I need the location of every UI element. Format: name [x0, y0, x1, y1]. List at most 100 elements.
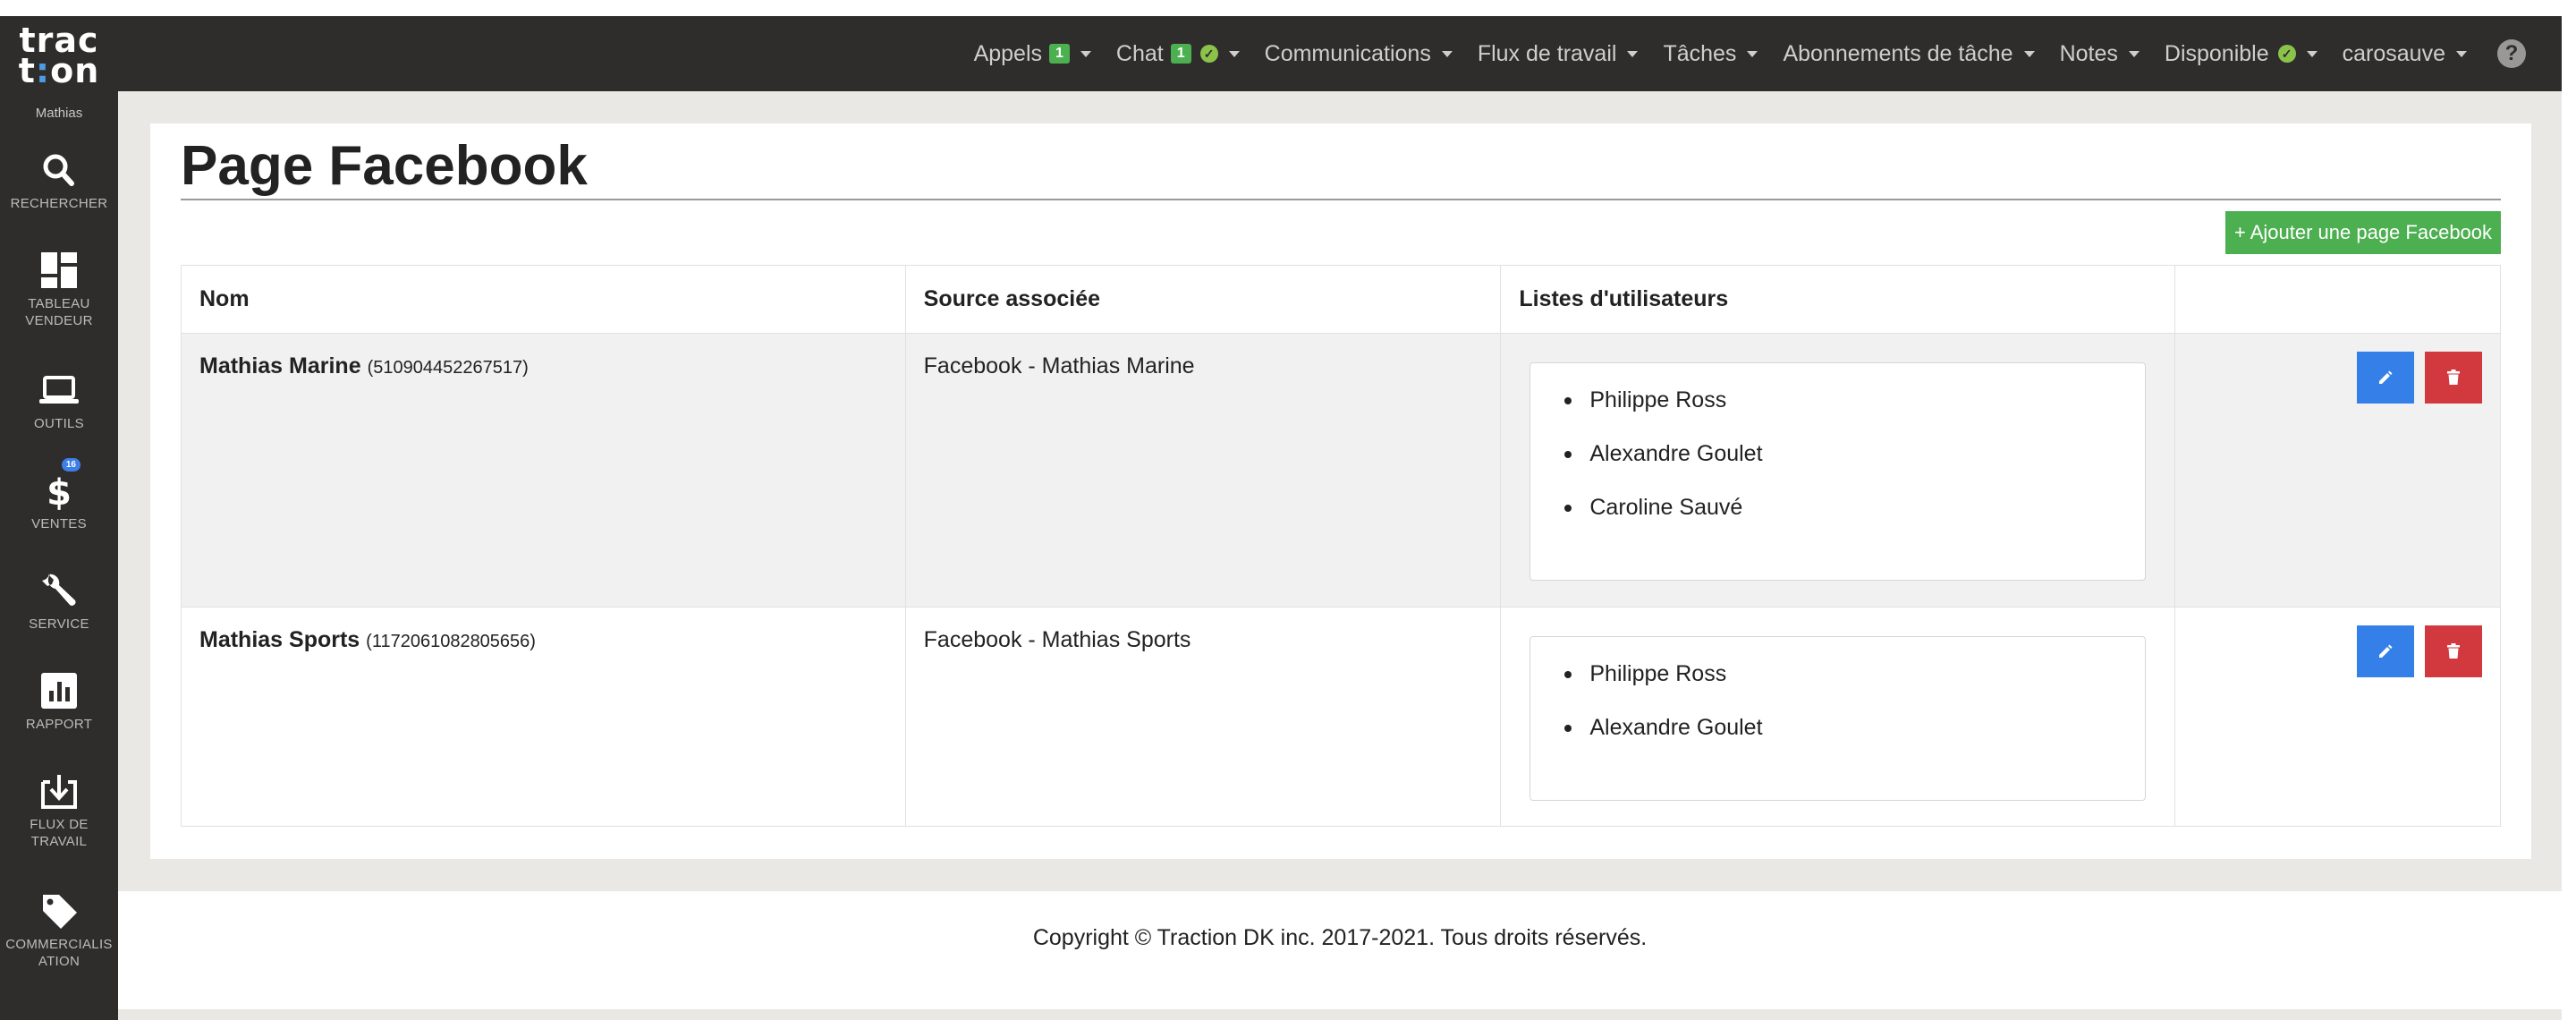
nav-chat[interactable]: Chat 1 ✓ [1116, 41, 1240, 67]
sidebar-item-label: TABLEAU VENDEUR [25, 296, 93, 328]
nav-chat-label: Chat [1115, 40, 1164, 66]
scrollbar-gutter [2562, 0, 2576, 1020]
nav-items: Appels 1 Chat 1 ✓ Communications Flux de… [949, 16, 2526, 91]
cell-source: Facebook - Mathias Sports [904, 607, 1502, 827]
sidebar-item-marketing[interactable]: COMMERCIALISATION [0, 891, 118, 970]
sidebar-item-label: RAPPORT [25, 717, 93, 732]
calls-badge: 1 [1049, 44, 1070, 64]
sidebar-item-report[interactable]: RAPPORT [0, 671, 118, 733]
user-list-box: Philippe Ross Alexandre Goulet [1530, 636, 2147, 801]
sidebar-item-search[interactable]: RECHERCHER [0, 150, 118, 212]
page-id: (510904452267517) [367, 358, 529, 378]
sidebar-item-label: OUTILS [34, 416, 84, 431]
sidebar-item-sales[interactable]: $ 16 VENTES [0, 458, 118, 532]
tag-icon [38, 891, 80, 931]
nav-user-menu[interactable]: carosauve [2343, 41, 2467, 67]
column-header-source: Source associée [904, 265, 1502, 334]
help-icon[interactable]: ? [2497, 39, 2526, 68]
nav-calls[interactable]: Appels 1 [974, 41, 1091, 67]
list-item: Philippe Ross [1557, 388, 2118, 412]
row-actions [2193, 625, 2500, 677]
user-list: Philippe Ross Alexandre Goulet Caroline … [1557, 388, 2118, 519]
column-header-name: Nom [181, 265, 906, 334]
sidebar-item-tools[interactable]: OUTILS [0, 370, 118, 432]
chevron-down-icon [2023, 50, 2035, 57]
nav-tasks-label: Tâches [1663, 40, 1737, 66]
nav-workflow[interactable]: Flux de travail [1478, 41, 1639, 67]
list-item: Caroline Sauvé [1557, 496, 2118, 519]
sidebar-item-label: COMMERCIALISATION [5, 937, 113, 969]
pencil-icon [2379, 370, 2393, 384]
column-header-user-lists: Listes d'utilisateurs [1500, 265, 2176, 334]
cell-actions [2174, 607, 2501, 827]
sidebar-item-service[interactable]: SERVICE [0, 571, 118, 633]
sales-count-badge: 16 [61, 458, 80, 472]
chevron-down-icon [1080, 50, 1091, 57]
top-navbar: Appels 1 Chat 1 ✓ Communications Flux de… [118, 16, 2562, 91]
title-divider [181, 199, 2501, 200]
chevron-down-icon [1627, 50, 1639, 57]
chevron-down-icon [1441, 50, 1453, 57]
wrench-icon [38, 571, 80, 610]
table-header-row: Nom Source associée Listes d'utilisateur… [181, 265, 2501, 334]
chevron-down-icon [2128, 50, 2140, 57]
facebook-pages-table: Nom Source associée Listes d'utilisateur… [181, 265, 2501, 827]
chat-badge: 1 [1170, 44, 1191, 64]
check-circle-icon: ✓ [2277, 45, 2296, 63]
footer-strip [118, 1009, 2562, 1020]
page-id: (1172061082805656) [366, 632, 536, 651]
logo-colon: : [35, 51, 51, 90]
cell-source: Facebook - Mathias Marine [904, 333, 1502, 608]
delete-button[interactable] [2425, 625, 2482, 677]
row-actions [2193, 352, 2500, 404]
list-item: Alexandre Goulet [1557, 442, 2118, 465]
dollar-icon: $ 16 [38, 458, 80, 514]
chevron-down-icon [2456, 50, 2467, 57]
bar-chart-icon [38, 671, 80, 710]
logo-line2: t:on [0, 54, 118, 88]
nav-tasks[interactable]: Tâches [1663, 41, 1758, 67]
nav-status[interactable]: Disponible ✓ [2165, 41, 2318, 67]
cell-user-list: Philippe Ross Alexandre Goulet [1500, 607, 2176, 827]
sidebar: trac t:on Mathias RECHERCHER TABLEAU VEN… [0, 16, 118, 1020]
table-row: Mathias Sports (1172061082805656) Facebo… [181, 607, 2501, 827]
sidebar-item-dashboard[interactable]: TABLEAU VENDEUR [0, 251, 118, 329]
page-name: Mathias Sports [199, 627, 360, 652]
edit-button[interactable] [2357, 625, 2414, 677]
sidebar-item-workflow[interactable]: FLUX DE TRAVAIL [0, 771, 118, 850]
nav-communications[interactable]: Communications [1265, 41, 1453, 67]
pencil-icon [2379, 644, 2393, 658]
trash-icon [2447, 370, 2460, 385]
user-list: Philippe Ross Alexandre Goulet [1557, 662, 2118, 739]
footer: Copyright © Traction DK inc. 2017-2021. … [118, 891, 2562, 1009]
nav-notes[interactable]: Notes [2060, 41, 2140, 67]
list-item: Philippe Ross [1557, 662, 2118, 685]
chevron-down-icon [1747, 50, 1758, 57]
column-header-actions [2174, 265, 2501, 334]
add-facebook-page-button[interactable]: + Ajouter une page Facebook [2225, 211, 2501, 254]
nav-status-label: Disponible [2164, 40, 2269, 66]
delete-button[interactable] [2425, 352, 2482, 404]
sidebar-user-name: Mathias [35, 106, 83, 121]
dashboard-icon [38, 251, 80, 290]
nav-task-subscriptions[interactable]: Abonnements de tâche [1783, 41, 2035, 67]
sidebar-item-label: RECHERCHER [10, 196, 108, 211]
chevron-down-icon [2306, 50, 2318, 57]
logo-part: on [50, 51, 100, 90]
edit-button[interactable] [2357, 352, 2414, 404]
chevron-down-icon [1228, 50, 1240, 57]
download-icon [38, 771, 80, 811]
logo[interactable]: trac t:on [0, 23, 118, 88]
nav-communications-label: Communications [1264, 40, 1431, 66]
list-item: Alexandre Goulet [1557, 716, 2118, 739]
search-icon [38, 150, 80, 190]
cell-actions [2174, 333, 2501, 608]
nav-workflow-label: Flux de travail [1477, 40, 1617, 66]
logo-part: t [18, 51, 36, 90]
copyright-text: Copyright © Traction DK inc. 2017-2021. … [1032, 925, 1648, 950]
table-row: Mathias Marine (510904452267517) Faceboo… [181, 333, 2501, 608]
top-strip [0, 0, 2576, 16]
user-list-box: Philippe Ross Alexandre Goulet Caroline … [1530, 362, 2147, 581]
cell-name: Mathias Marine (510904452267517) [181, 333, 906, 608]
nav-user-label: carosauve [2342, 40, 2445, 66]
